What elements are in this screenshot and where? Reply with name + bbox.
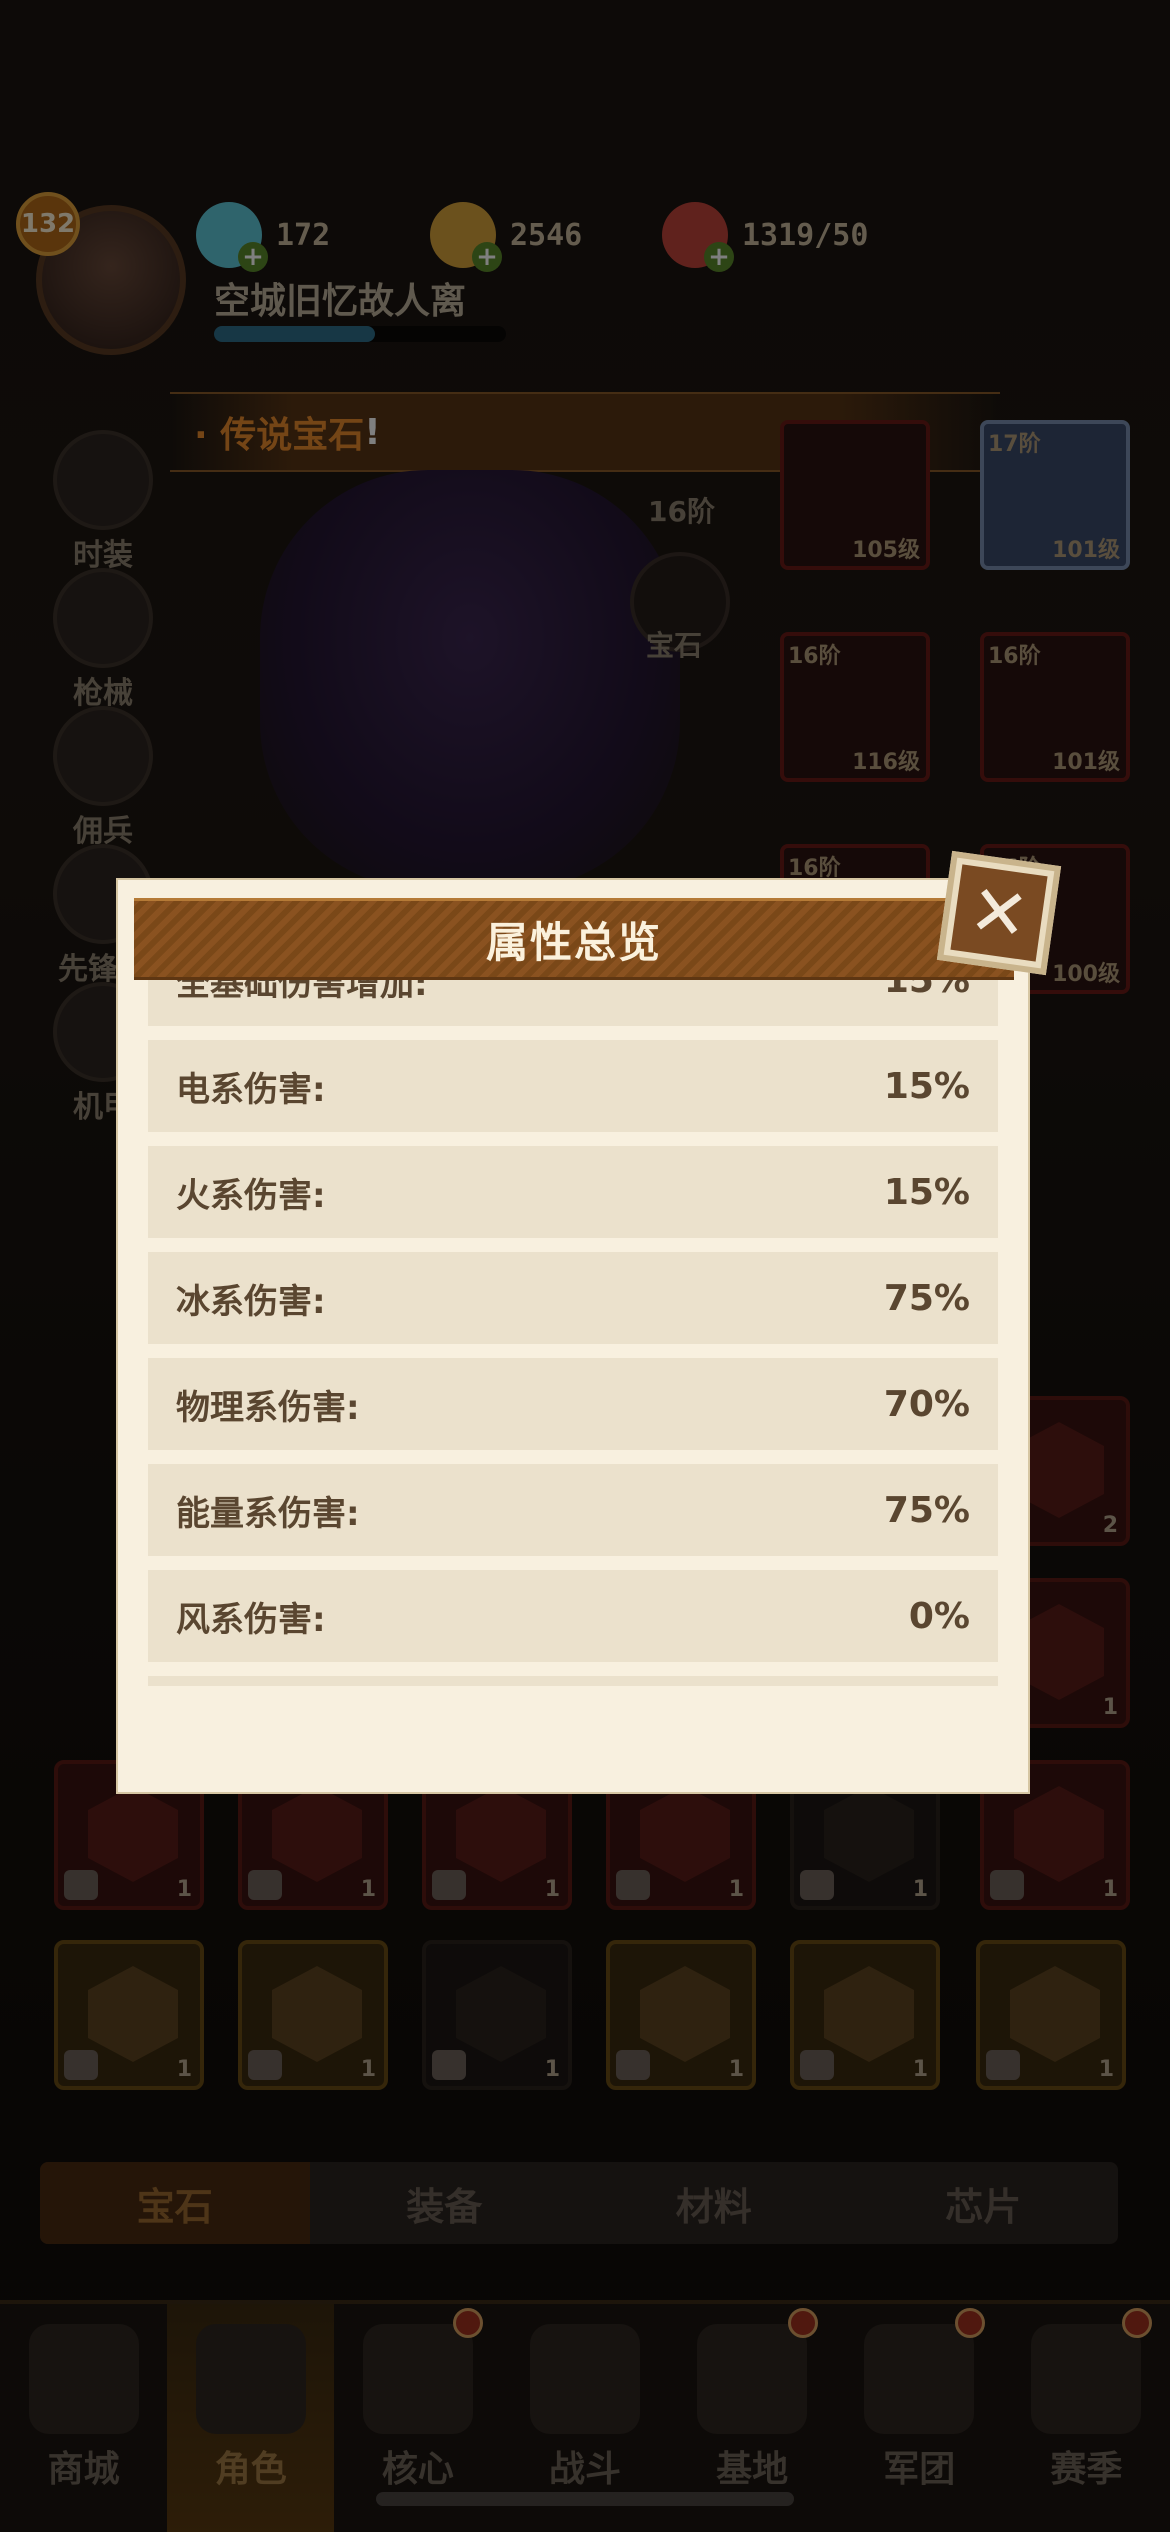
stat-name: 冰系伤害: — [176, 1281, 326, 1322]
stat-value: 75% — [883, 1277, 970, 1319]
stat-value: 75% — [883, 1489, 970, 1531]
stat-row-energy-damage: 能量系伤害: 75% — [148, 1464, 998, 1556]
stat-row-ice-damage: 冰系伤害: 75% — [148, 1252, 998, 1344]
stat-name: 风系伤害: — [176, 1599, 326, 1640]
stat-name: 能量系伤害: — [176, 1493, 360, 1534]
stat-value: 70% — [883, 1383, 970, 1425]
dialog-title: 属性总览 — [485, 917, 662, 967]
stat-value: 15% — [883, 980, 970, 1001]
close-button[interactable]: ✕ — [936, 850, 1062, 976]
stat-row-partial — [148, 1676, 998, 1686]
stat-name: 火系伤害: — [176, 1175, 326, 1216]
attribute-overview-dialog: 属性总览 ✕ 全基础伤害增加: 15% 电系伤害: 15% 火系伤害: 15% … — [118, 850, 1062, 1792]
stat-value: 15% — [883, 1065, 970, 1107]
close-icon: ✕ — [950, 864, 1048, 962]
stat-row-physical-damage: 物理系伤害: 70% — [148, 1358, 998, 1450]
stat-value: 15% — [883, 1171, 970, 1213]
stat-name: 物理系伤害: — [176, 1387, 360, 1428]
close-glyph: ✕ — [964, 868, 1034, 958]
stat-row-base-damage: 全基础伤害增加: 15% — [148, 980, 998, 1026]
dialog-header: 属性总览 — [134, 898, 1014, 980]
stat-row-electric-damage: 电系伤害: 15% — [148, 1040, 998, 1132]
stat-row-wind-damage: 风系伤害: 0% — [148, 1570, 998, 1662]
stat-name: 全基础伤害增加: — [176, 980, 428, 1004]
attribute-list[interactable]: 全基础伤害增加: 15% 电系伤害: 15% 火系伤害: 15% 冰系伤害: 7… — [148, 980, 998, 1690]
stat-value: 0% — [908, 1595, 970, 1637]
stat-name: 电系伤害: — [176, 1069, 326, 1110]
stat-row-fire-damage: 火系伤害: 15% — [148, 1146, 998, 1238]
